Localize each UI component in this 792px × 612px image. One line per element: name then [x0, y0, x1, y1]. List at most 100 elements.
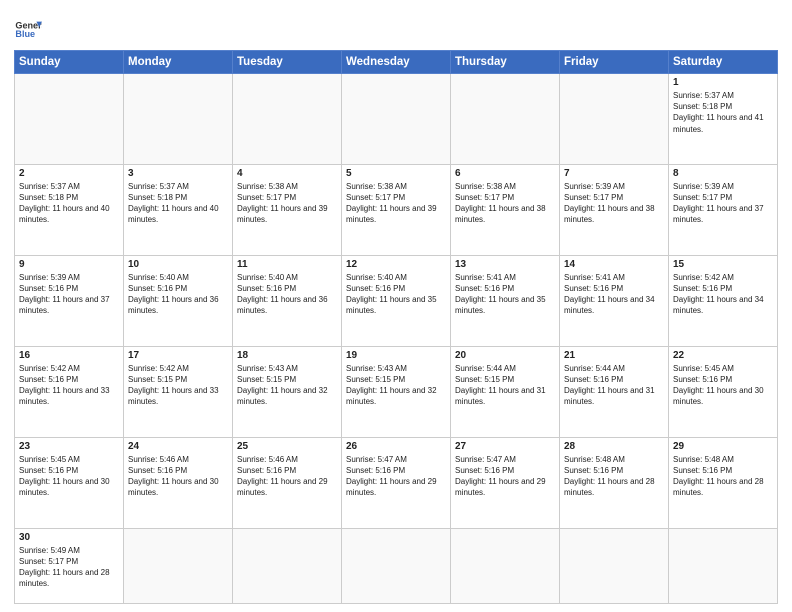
calendar-cell [342, 528, 451, 603]
weekday-header-monday: Monday [124, 51, 233, 74]
day-number: 10 [128, 259, 228, 270]
calendar-week-row: 23 Sunrise: 5:45 AM Sunset: 5:16 PM Dayli… [15, 437, 778, 528]
calendar-cell [669, 528, 778, 603]
day-info: Sunrise: 5:40 AM Sunset: 5:16 PM Dayligh… [346, 272, 446, 317]
calendar-week-row: 30Sunrise: 5:49 AM Sunset: 5:17 PM Dayli… [15, 528, 778, 603]
day-number: 5 [346, 168, 446, 179]
calendar-cell [15, 74, 124, 165]
day-number: 4 [237, 168, 337, 179]
day-number: 21 [564, 350, 664, 361]
day-number: 19 [346, 350, 446, 361]
calendar-cell: 18 Sunrise: 5:43 AM Sunset: 5:15 PM Dayli… [233, 346, 342, 437]
calendar-cell: 23 Sunrise: 5:45 AM Sunset: 5:16 PM Dayli… [15, 437, 124, 528]
calendar-cell [233, 528, 342, 603]
calendar-cell: 30Sunrise: 5:49 AM Sunset: 5:17 PM Dayli… [15, 528, 124, 603]
day-info: Sunrise: 5:42 AM Sunset: 5:15 PM Dayligh… [128, 363, 228, 408]
calendar-header-row: SundayMondayTuesdayWednesdayThursdayFrid… [15, 51, 778, 74]
day-number: 2 [19, 168, 119, 179]
calendar-cell: 28 Sunrise: 5:48 AM Sunset: 5:16 PM Dayli… [560, 437, 669, 528]
day-info: Sunrise: 5:41 AM Sunset: 5:16 PM Dayligh… [455, 272, 555, 317]
day-number: 30 [19, 532, 119, 543]
calendar-cell: 5 Sunrise: 5:38 AM Sunset: 5:17 PM Daylig… [342, 164, 451, 255]
day-info: Sunrise: 5:40 AM Sunset: 5:16 PM Dayligh… [237, 272, 337, 317]
day-info: Sunrise: 5:44 AM Sunset: 5:16 PM Dayligh… [564, 363, 664, 408]
day-number: 27 [455, 441, 555, 452]
day-info: Sunrise: 5:46 AM Sunset: 5:16 PM Dayligh… [128, 454, 228, 499]
day-number: 11 [237, 259, 337, 270]
day-info: Sunrise: 5:37 AM Sunset: 5:18 PM Dayligh… [128, 181, 228, 226]
day-info: Sunrise: 5:44 AM Sunset: 5:15 PM Dayligh… [455, 363, 555, 408]
calendar-cell: 7 Sunrise: 5:39 AM Sunset: 5:17 PM Daylig… [560, 164, 669, 255]
header: General Blue [14, 10, 778, 44]
day-number: 22 [673, 350, 773, 361]
day-number: 14 [564, 259, 664, 270]
day-number: 29 [673, 441, 773, 452]
svg-text:Blue: Blue [15, 29, 35, 39]
day-info: Sunrise: 5:43 AM Sunset: 5:15 PM Dayligh… [237, 363, 337, 408]
day-number: 17 [128, 350, 228, 361]
calendar-cell: 15Sunrise: 5:42 AM Sunset: 5:16 PM Dayli… [669, 255, 778, 346]
calendar-cell: 11 Sunrise: 5:40 AM Sunset: 5:16 PM Dayli… [233, 255, 342, 346]
calendar-table: SundayMondayTuesdayWednesdayThursdayFrid… [14, 50, 778, 604]
calendar-week-row: 16 Sunrise: 5:42 AM Sunset: 5:16 PM Dayli… [15, 346, 778, 437]
day-number: 16 [19, 350, 119, 361]
day-info: Sunrise: 5:48 AM Sunset: 5:16 PM Dayligh… [564, 454, 664, 499]
weekday-header-sunday: Sunday [15, 51, 124, 74]
day-info: Sunrise: 5:46 AM Sunset: 5:16 PM Dayligh… [237, 454, 337, 499]
calendar-cell: 8 Sunrise: 5:39 AM Sunset: 5:17 PM Daylig… [669, 164, 778, 255]
calendar-cell: 22Sunrise: 5:45 AM Sunset: 5:16 PM Dayli… [669, 346, 778, 437]
day-info: Sunrise: 5:40 AM Sunset: 5:16 PM Dayligh… [128, 272, 228, 317]
day-number: 8 [673, 168, 773, 179]
day-info: Sunrise: 5:38 AM Sunset: 5:17 PM Dayligh… [237, 181, 337, 226]
calendar-cell [124, 74, 233, 165]
day-info: Sunrise: 5:42 AM Sunset: 5:16 PM Dayligh… [673, 272, 773, 317]
day-number: 12 [346, 259, 446, 270]
day-info: Sunrise: 5:45 AM Sunset: 5:16 PM Dayligh… [19, 454, 119, 499]
weekday-header-friday: Friday [560, 51, 669, 74]
weekday-header-tuesday: Tuesday [233, 51, 342, 74]
calendar-cell: 2 Sunrise: 5:37 AM Sunset: 5:18 PM Daylig… [15, 164, 124, 255]
day-number: 28 [564, 441, 664, 452]
day-number: 24 [128, 441, 228, 452]
calendar-cell: 12 Sunrise: 5:40 AM Sunset: 5:16 PM Dayli… [342, 255, 451, 346]
day-info: Sunrise: 5:37 AM Sunset: 5:18 PM Dayligh… [19, 181, 119, 226]
calendar-cell [560, 74, 669, 165]
calendar-cell: 24 Sunrise: 5:46 AM Sunset: 5:16 PM Dayli… [124, 437, 233, 528]
generalblue-logo-icon: General Blue [14, 16, 42, 44]
day-info: Sunrise: 5:48 AM Sunset: 5:16 PM Dayligh… [673, 454, 773, 499]
calendar-cell: 29 Sunrise: 5:48 AM Sunset: 5:16 PM Dayli… [669, 437, 778, 528]
calendar-cell: 9Sunrise: 5:39 AM Sunset: 5:16 PM Daylig… [15, 255, 124, 346]
logo: General Blue [14, 16, 42, 44]
weekday-header-saturday: Saturday [669, 51, 778, 74]
day-number: 1 [673, 77, 773, 88]
calendar-cell: 14Sunrise: 5:41 AM Sunset: 5:16 PM Dayli… [560, 255, 669, 346]
calendar-cell: 21 Sunrise: 5:44 AM Sunset: 5:16 PM Dayli… [560, 346, 669, 437]
day-info: Sunrise: 5:39 AM Sunset: 5:16 PM Dayligh… [19, 272, 119, 317]
day-info: Sunrise: 5:47 AM Sunset: 5:16 PM Dayligh… [455, 454, 555, 499]
calendar-cell: 13 Sunrise: 5:41 AM Sunset: 5:16 PM Dayli… [451, 255, 560, 346]
day-info: Sunrise: 5:37 AM Sunset: 5:18 PM Dayligh… [673, 90, 773, 135]
day-number: 25 [237, 441, 337, 452]
calendar-cell: 6Sunrise: 5:38 AM Sunset: 5:17 PM Daylig… [451, 164, 560, 255]
day-info: Sunrise: 5:43 AM Sunset: 5:15 PM Dayligh… [346, 363, 446, 408]
calendar-cell: 27 Sunrise: 5:47 AM Sunset: 5:16 PM Dayli… [451, 437, 560, 528]
calendar-cell: 20Sunrise: 5:44 AM Sunset: 5:15 PM Dayli… [451, 346, 560, 437]
page: General Blue SundayMondayTuesdayWednesda… [0, 0, 792, 612]
calendar-cell [124, 528, 233, 603]
day-number: 18 [237, 350, 337, 361]
day-info: Sunrise: 5:39 AM Sunset: 5:17 PM Dayligh… [564, 181, 664, 226]
calendar-cell: 4 Sunrise: 5:38 AM Sunset: 5:17 PM Daylig… [233, 164, 342, 255]
calendar-week-row: 1 Sunrise: 5:37 AM Sunset: 5:18 PM Daylig… [15, 74, 778, 165]
day-number: 7 [564, 168, 664, 179]
day-info: Sunrise: 5:38 AM Sunset: 5:17 PM Dayligh… [346, 181, 446, 226]
day-number: 13 [455, 259, 555, 270]
day-info: Sunrise: 5:47 AM Sunset: 5:16 PM Dayligh… [346, 454, 446, 499]
day-info: Sunrise: 5:42 AM Sunset: 5:16 PM Dayligh… [19, 363, 119, 408]
calendar-cell: 1 Sunrise: 5:37 AM Sunset: 5:18 PM Daylig… [669, 74, 778, 165]
day-number: 23 [19, 441, 119, 452]
weekday-header-wednesday: Wednesday [342, 51, 451, 74]
day-info: Sunrise: 5:39 AM Sunset: 5:17 PM Dayligh… [673, 181, 773, 226]
calendar-cell [560, 528, 669, 603]
calendar-cell: 19 Sunrise: 5:43 AM Sunset: 5:15 PM Dayli… [342, 346, 451, 437]
calendar-cell: 26Sunrise: 5:47 AM Sunset: 5:16 PM Dayli… [342, 437, 451, 528]
